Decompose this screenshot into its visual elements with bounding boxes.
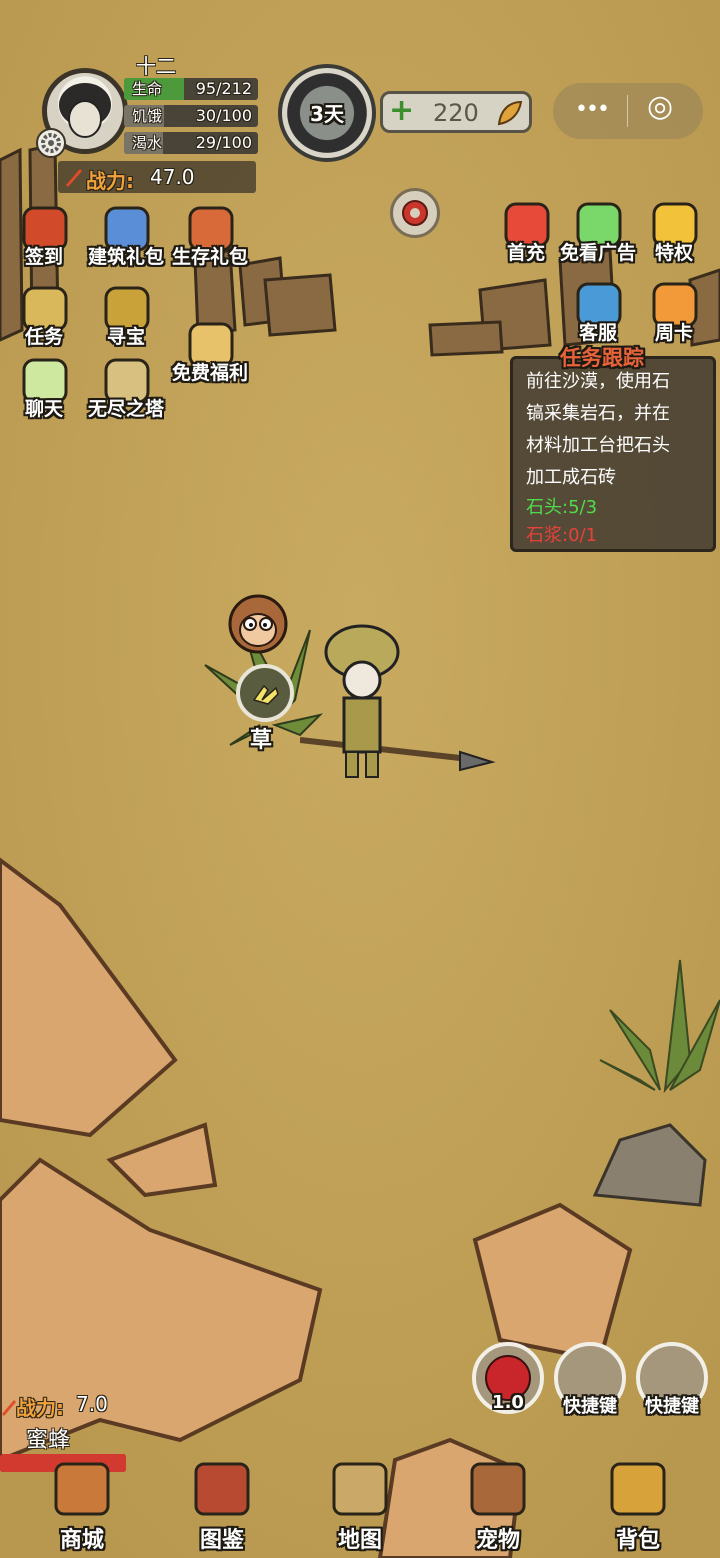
currency-amount: 220 xyxy=(433,99,479,127)
quest-line: 加工成石砖 xyxy=(526,467,616,488)
menu-item[interactable]: 特权 xyxy=(634,200,714,280)
gather-button[interactable] xyxy=(236,664,294,722)
quest-progress-mortar: 石浆:0/1 xyxy=(526,525,598,546)
map-scroll-icon xyxy=(332,1462,388,1516)
quest-line: 镐采集岩石，并在 xyxy=(526,403,670,424)
menu-item[interactable]: 免费福利 xyxy=(170,320,250,400)
enemy-power-value: 7.0 xyxy=(76,1392,108,1416)
settings-round-button[interactable] xyxy=(390,188,440,238)
capsule-divider xyxy=(627,95,628,127)
nav-tab-label: 图鉴 xyxy=(199,1528,244,1553)
nav-tab[interactable]: 地图 xyxy=(310,1452,410,1553)
menu-item-label: 无尽之塔 xyxy=(87,398,164,420)
shop-stall-icon xyxy=(54,1462,110,1516)
menu-item[interactable]: 无尽之塔 xyxy=(86,356,166,436)
player-name: 十二 xyxy=(136,54,176,78)
nav-tab[interactable]: 背包 xyxy=(588,1452,688,1553)
close-miniprogram-icon[interactable]: ◎ xyxy=(647,89,673,124)
more-menu-icon[interactable]: ••• xyxy=(575,97,610,122)
nav-tab-label: 地图 xyxy=(337,1528,382,1553)
stat-value: 29/100 xyxy=(195,133,252,152)
nav-tab-label: 宠物 xyxy=(475,1528,520,1553)
day-label: 3天 xyxy=(310,102,344,126)
day-dial[interactable]: 3天 xyxy=(278,64,376,162)
quest-line: 前往沙漠，使用石 xyxy=(526,371,670,392)
quest-description: 前往沙漠，使用石 镐采集岩石，并在 材料加工台把石头 加工成石砖 石头:5/3 … xyxy=(526,366,712,550)
stat-value: 95/212 xyxy=(195,79,252,98)
stat-bar: 渴水 29/100 xyxy=(124,132,258,154)
menu-item[interactable]: 周卡 xyxy=(634,280,714,360)
power-value: 47.0 xyxy=(150,165,195,189)
stat-label: 饥饿 xyxy=(132,107,163,125)
nav-tab[interactable]: 商城 xyxy=(32,1452,132,1553)
nav-tab-label: 商城 xyxy=(59,1528,104,1553)
menu-item[interactable]: 寻宝 xyxy=(86,284,166,364)
player-character[interactable] xyxy=(300,612,500,787)
menu-item-label: 寻宝 xyxy=(106,326,145,348)
currency-bar[interactable]: + 220 xyxy=(380,91,532,133)
menu-item-label: 生存礼包 xyxy=(171,246,248,268)
gear-icon xyxy=(402,200,428,226)
gear-icon xyxy=(41,133,61,153)
stat-value: 30/100 xyxy=(195,106,252,125)
stat-bar: 饥饿 30/100 xyxy=(124,105,258,127)
gather-hand-icon xyxy=(252,684,279,705)
player-power-box: 战力: 47.0 xyxy=(58,161,256,193)
nav-tab-label: 背包 xyxy=(615,1528,660,1553)
menu-item-label: 周卡 xyxy=(654,322,693,344)
grass-label: 草 xyxy=(250,728,273,753)
power-label: 战力: xyxy=(86,169,134,193)
quick-slot-label: 1.0 xyxy=(492,1392,524,1413)
monkey-pet-icon xyxy=(470,1462,526,1516)
monkey-pet-icon[interactable] xyxy=(222,592,294,672)
stat-bar: 生命 95/212 xyxy=(124,78,258,100)
quest-line: 材料加工台把石头 xyxy=(526,435,670,456)
miniprogram-capsule: ••• ◎ xyxy=(553,83,703,139)
menu-item[interactable]: 生存礼包 xyxy=(170,204,250,284)
codex-book-icon xyxy=(194,1462,250,1516)
leaf-currency-icon xyxy=(497,100,523,126)
add-currency-icon[interactable]: + xyxy=(389,94,414,128)
backpack-icon xyxy=(610,1462,666,1516)
stat-label: 渴水 xyxy=(132,134,163,152)
menu-item-label: 特权 xyxy=(654,242,693,264)
player-settings-button[interactable] xyxy=(36,128,66,158)
stat-label: 生命 xyxy=(132,80,163,98)
quick-slot-label: 快捷键 xyxy=(645,1396,699,1417)
nav-tab[interactable]: 宠物 xyxy=(448,1452,548,1553)
quick-slot-label: 快捷键 xyxy=(563,1396,617,1417)
power-sword-icon xyxy=(66,169,82,187)
quest-progress-stone: 石头:5/3 xyxy=(526,497,598,518)
menu-item-label: 免费福利 xyxy=(171,362,248,384)
enemy-name: 蜜蜂 xyxy=(26,1428,71,1453)
enemy-power-label: 战力: xyxy=(16,1396,64,1420)
nav-tab[interactable]: 图鉴 xyxy=(172,1452,272,1553)
